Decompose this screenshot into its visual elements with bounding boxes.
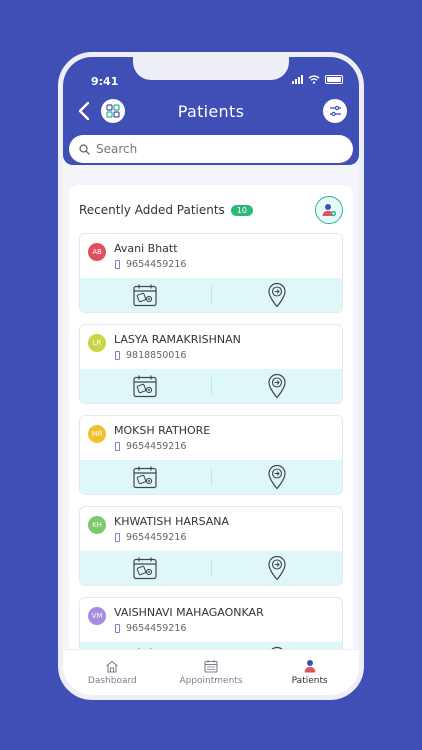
mobile-phone-icon bbox=[115, 533, 120, 542]
patient-card[interactable]: KH KHWATISH HARSANA 9654459216 bbox=[79, 506, 343, 586]
calendar-icon bbox=[133, 466, 157, 489]
patient-name: VAISHNAVI MAHAGAONKAR bbox=[114, 606, 264, 619]
patient-phone: 9654459216 bbox=[126, 532, 187, 543]
calendar-icon bbox=[133, 375, 157, 398]
patient-phone: 9818850016 bbox=[126, 350, 187, 361]
sliders-icon bbox=[329, 105, 341, 117]
book-appointment-button[interactable] bbox=[80, 460, 211, 494]
card-actions bbox=[80, 278, 342, 312]
mobile-phone-icon bbox=[115, 260, 120, 269]
patient-card[interactable]: AB Avani Bhatt 9654459216 bbox=[79, 233, 343, 313]
add-patient-icon bbox=[322, 204, 337, 217]
avatar: KH bbox=[88, 516, 106, 534]
tab-dashboard[interactable]: Dashboard bbox=[63, 650, 162, 695]
calendar-icon bbox=[133, 557, 157, 580]
patient-count-badge: 10 bbox=[230, 204, 253, 216]
patient-phone: 9654459216 bbox=[126, 259, 187, 270]
card-actions bbox=[80, 460, 342, 494]
status-time: 9:41 bbox=[91, 75, 119, 88]
section-title: Recently Added Patients bbox=[79, 203, 225, 217]
page-title: Patients bbox=[177, 102, 245, 121]
filter-button[interactable] bbox=[323, 99, 347, 123]
patient-card[interactable]: LR LASYA RAMAKRISHNAN 9818850016 bbox=[79, 324, 343, 404]
patient-name: KHWATISH HARSANA bbox=[114, 515, 230, 528]
calendar-icon bbox=[133, 284, 157, 307]
location-pin-icon bbox=[268, 373, 286, 399]
card-actions bbox=[80, 551, 342, 585]
phone-frame: 9:41 Patients Search Recently Added Pati… bbox=[58, 52, 364, 700]
patient-phone: 9654459216 bbox=[126, 441, 187, 452]
avatar: VM bbox=[88, 607, 106, 625]
wifi-icon bbox=[308, 75, 320, 84]
signal-icon bbox=[292, 75, 303, 84]
tab-label: Appointments bbox=[179, 676, 243, 686]
patient-name: Avani Bhatt bbox=[114, 242, 178, 255]
section-header: Recently Added Patients 10 bbox=[79, 195, 343, 225]
status-icons bbox=[292, 75, 343, 84]
add-patient-button[interactable] bbox=[315, 196, 343, 224]
calendar-icon bbox=[204, 660, 218, 673]
mobile-phone-icon bbox=[115, 351, 120, 360]
navigate-location-button[interactable] bbox=[212, 551, 343, 585]
book-appointment-button[interactable] bbox=[80, 551, 211, 585]
notch bbox=[133, 57, 289, 80]
navigate-location-button[interactable] bbox=[212, 460, 343, 494]
mobile-phone-icon bbox=[115, 442, 120, 451]
tab-patients[interactable]: Patients bbox=[260, 650, 359, 695]
patient-icon bbox=[304, 660, 316, 673]
battery-icon bbox=[325, 75, 343, 84]
navigate-location-button[interactable] bbox=[212, 369, 343, 403]
tab-appointments[interactable]: Appointments bbox=[162, 650, 261, 695]
avatar: LR bbox=[88, 334, 106, 352]
tab-label: Patients bbox=[291, 676, 328, 686]
location-pin-icon bbox=[268, 282, 286, 308]
patient-phone: 9654459216 bbox=[126, 623, 187, 634]
search-icon bbox=[79, 143, 90, 155]
book-appointment-button[interactable] bbox=[80, 369, 211, 403]
home-icon bbox=[106, 660, 119, 673]
avatar: MR bbox=[88, 425, 106, 443]
book-appointment-button[interactable] bbox=[80, 278, 211, 312]
mobile-phone-icon bbox=[115, 624, 120, 633]
avatar: AB bbox=[88, 243, 106, 261]
patient-name: MOKSH RATHORE bbox=[114, 424, 211, 437]
search-input[interactable] bbox=[96, 142, 316, 156]
location-pin-icon bbox=[268, 555, 286, 581]
patient-name: LASYA RAMAKRISHNAN bbox=[114, 333, 241, 346]
patient-card[interactable]: MR MOKSH RATHORE 9654459216 bbox=[79, 415, 343, 495]
card-actions bbox=[80, 369, 342, 403]
tab-label: Dashboard bbox=[87, 675, 137, 686]
location-pin-icon bbox=[268, 464, 286, 490]
bottom-tab-bar: Dashboard Appointments Patients bbox=[63, 649, 359, 695]
recent-patients-panel: Recently Added Patients 10 AB Avani Bhat… bbox=[69, 185, 353, 665]
search-bar[interactable] bbox=[69, 135, 353, 163]
navigate-location-button[interactable] bbox=[212, 278, 343, 312]
